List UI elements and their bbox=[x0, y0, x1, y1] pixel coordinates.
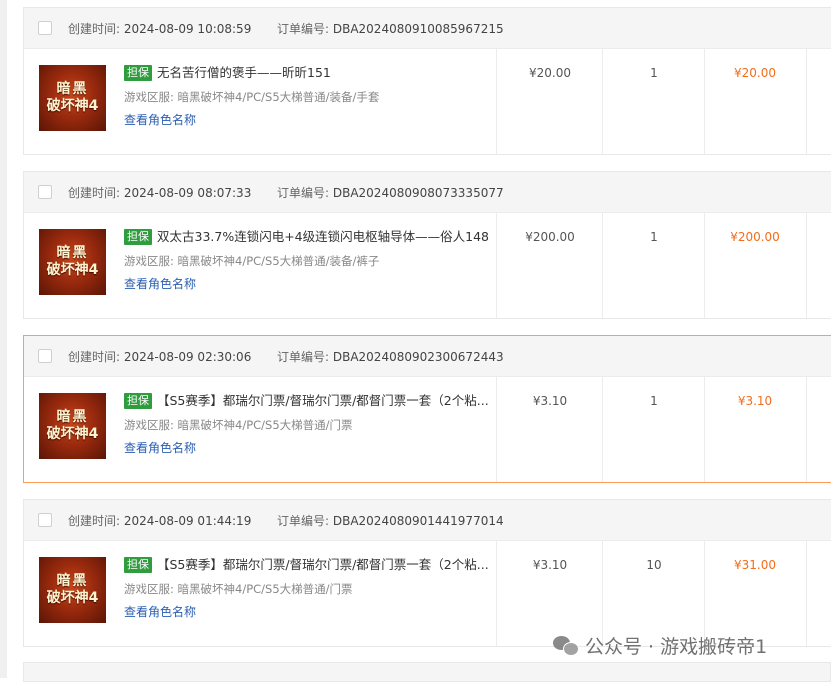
order-card: 创建时间: 2024-08-09 10:08:59 订单编号: DBA20240… bbox=[23, 7, 831, 155]
created-time-label: 创建时间: bbox=[68, 186, 121, 200]
total-price: ¥200.00 bbox=[730, 230, 780, 244]
product-image[interactable]: 暗黑 破坏神4 bbox=[39, 393, 106, 459]
unit-price: ¥3.10 bbox=[532, 558, 568, 572]
order-card: 创建时间: 2024-08-09 01:44:19 订单编号: DBA20240… bbox=[23, 499, 831, 647]
total-price: ¥3.10 bbox=[737, 394, 773, 408]
order-header: 创建时间: 2024-08-09 01:44:19 订单编号: DBA20240… bbox=[24, 500, 831, 541]
order-header: 创建时间: 2024-08-09 02:30:06 订单编号: DBA20240… bbox=[24, 336, 831, 377]
order-card-partial bbox=[23, 662, 831, 682]
created-time-label: 创建时间: bbox=[68, 514, 121, 528]
view-role-link[interactable]: 查看角色名称 bbox=[124, 439, 494, 456]
region-value: 暗黑破坏神4/PC/S5大梯普通/门票 bbox=[177, 418, 353, 432]
product-title[interactable]: 无名苦行僧的褒手——昕昕151 bbox=[157, 65, 331, 80]
quantity: 1 bbox=[650, 230, 658, 244]
created-time: 2024-08-09 10:08:59 bbox=[123, 22, 252, 36]
region-label: 游戏区服: bbox=[124, 418, 174, 432]
order-header: 创建时间: 2024-08-09 10:08:59 订单编号: DBA20240… bbox=[24, 8, 831, 49]
unit-price: ¥20.00 bbox=[529, 66, 571, 80]
order-no-label: 订单编号: bbox=[276, 514, 330, 528]
region-label: 游戏区服: bbox=[124, 254, 174, 268]
product-title[interactable]: 【S5赛季】都瑞尔门票/督瑞尔门票/都督门票一套（2个粘... bbox=[157, 557, 489, 572]
order-checkbox[interactable] bbox=[38, 21, 52, 35]
view-role-link[interactable]: 查看角色名称 bbox=[124, 603, 494, 620]
product-image[interactable]: 暗黑 破坏神4 bbox=[39, 65, 106, 131]
region-label: 游戏区服: bbox=[124, 90, 174, 104]
region-value: 暗黑破坏神4/PC/S5大梯普通/装备/裤子 bbox=[177, 254, 380, 268]
order-no: DBA2024080902300672443 bbox=[332, 350, 504, 364]
quantity: 1 bbox=[650, 394, 658, 408]
order-no: DBA2024080910085967215 bbox=[332, 22, 504, 36]
guarantee-badge: 担保 bbox=[124, 65, 152, 81]
region-label: 游戏区服: bbox=[124, 582, 174, 596]
order-no-label: 订单编号: bbox=[276, 350, 330, 364]
total-price: ¥20.00 bbox=[734, 66, 776, 80]
product-title[interactable]: 双太古33.7%连锁闪电+4级连锁闪电枢轴导体——俗人148 bbox=[157, 229, 489, 244]
created-time: 2024-08-09 01:44:19 bbox=[123, 514, 252, 528]
total-price: ¥31.00 bbox=[734, 558, 776, 572]
unit-price: ¥3.10 bbox=[532, 394, 568, 408]
order-card-selected: 创建时间: 2024-08-09 02:30:06 订单编号: DBA20240… bbox=[23, 335, 831, 483]
order-header: 创建时间: 2024-08-09 08:07:33 订单编号: DBA20240… bbox=[24, 172, 831, 213]
created-time: 2024-08-09 08:07:33 bbox=[123, 186, 252, 200]
watermark-text: 公众号 · 游戏搬砖帝1 bbox=[585, 636, 768, 658]
order-no: DBA2024080908073335077 bbox=[332, 186, 504, 200]
created-time-label: 创建时间: bbox=[68, 350, 121, 364]
order-no-label: 订单编号: bbox=[276, 22, 330, 36]
view-role-link[interactable]: 查看角色名称 bbox=[124, 111, 494, 128]
quantity: 1 bbox=[650, 66, 658, 80]
region-value: 暗黑破坏神4/PC/S5大梯普通/门票 bbox=[177, 582, 353, 596]
guarantee-badge: 担保 bbox=[124, 229, 152, 245]
order-card: 创建时间: 2024-08-09 08:07:33 订单编号: DBA20240… bbox=[23, 171, 831, 319]
order-checkbox[interactable] bbox=[38, 349, 52, 363]
left-sidebar-strip bbox=[0, 0, 7, 678]
order-no-label: 订单编号: bbox=[276, 186, 330, 200]
view-role-link[interactable]: 查看角色名称 bbox=[124, 275, 494, 292]
order-checkbox[interactable] bbox=[38, 513, 52, 527]
guarantee-badge: 担保 bbox=[124, 393, 152, 409]
quantity: 10 bbox=[646, 558, 662, 572]
order-checkbox[interactable] bbox=[38, 185, 52, 199]
created-time-label: 创建时间: bbox=[68, 22, 121, 36]
created-time: 2024-08-09 02:30:06 bbox=[123, 350, 252, 364]
product-image[interactable]: 暗黑 破坏神4 bbox=[39, 229, 106, 295]
unit-price: ¥200.00 bbox=[525, 230, 575, 244]
product-title[interactable]: 【S5赛季】都瑞尔门票/督瑞尔门票/都督门票一套（2个粘... bbox=[157, 393, 489, 408]
region-value: 暗黑破坏神4/PC/S5大梯普通/装备/手套 bbox=[177, 90, 380, 104]
guarantee-badge: 担保 bbox=[124, 557, 152, 573]
order-no: DBA2024080901441977014 bbox=[332, 514, 504, 528]
product-image[interactable]: 暗黑 破坏神4 bbox=[39, 557, 106, 623]
wechat-icon bbox=[553, 635, 579, 656]
watermark: 公众号 · 游戏搬砖帝1 bbox=[553, 632, 767, 659]
